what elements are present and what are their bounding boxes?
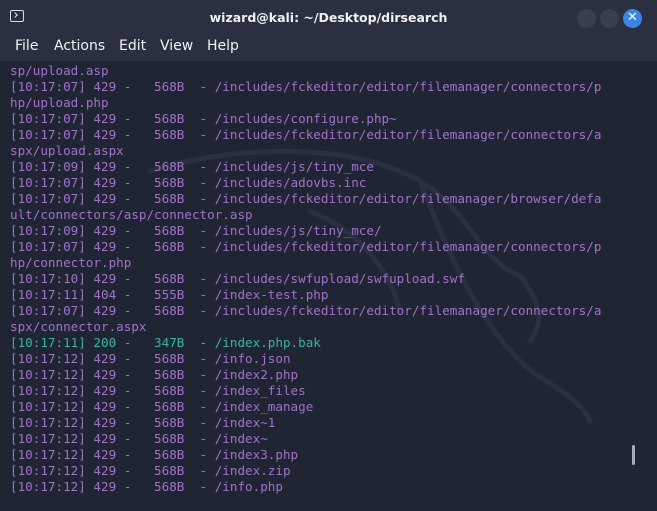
scrollbar-thumb[interactable]: [632, 445, 635, 465]
terminal-line: [10:17:09] 429 - 568B - /includes/js/tin…: [10, 223, 382, 238]
title-bar[interactable]: wizard@kali: ~/Desktop/dirsearch ✕: [0, 0, 657, 36]
minimize-icon[interactable]: [577, 9, 596, 28]
menu-bar: File Actions Edit View Help: [0, 36, 657, 61]
menu-view[interactable]: View: [160, 36, 193, 61]
terminal-line: [10:17:07] 429 - 568B - /includes/fckedi…: [10, 79, 602, 94]
terminal-line: [10:17:12] 429 - 568B - /index3.php: [10, 447, 299, 462]
menu-file[interactable]: File: [15, 36, 38, 61]
menu-edit[interactable]: Edit: [119, 36, 146, 61]
terminal-line: hp/upload.php: [10, 95, 109, 110]
terminal-line: [10:17:12] 429 - 568B - /index_files: [10, 383, 306, 398]
close-icon[interactable]: ✕: [623, 9, 642, 28]
maximize-icon[interactable]: [600, 9, 619, 28]
terminal-line: [10:17:07] 429 - 568B - /includes/fckedi…: [10, 303, 602, 318]
terminal-line: hp/connector.php: [10, 255, 132, 270]
terminal-line: spx/upload.aspx: [10, 143, 124, 158]
terminal-line: [10:17:12] 429 - 568B - /index~1: [10, 415, 276, 430]
terminal-line: sp/upload.asp: [10, 63, 109, 78]
terminal-line: [10:17:07] 429 - 568B - /includes/adovbs…: [10, 175, 367, 190]
terminal-line: [10:17:11] 404 - 555B - /index-test.php: [10, 287, 329, 302]
terminal-line: [10:17:10] 429 - 568B - /includes/swfupl…: [10, 271, 465, 286]
terminal-line: [10:17:09] 429 - 568B - /includes/js/tin…: [10, 159, 374, 174]
terminal-line: [10:17:12] 429 - 568B - /index_manage: [10, 399, 314, 414]
terminal-line: ult/connectors/asp/connector.asp: [10, 207, 253, 222]
menu-help[interactable]: Help: [207, 36, 239, 61]
terminal-window: wizard@kali: ~/Desktop/dirsearch ✕ File …: [0, 0, 657, 511]
window-title: wizard@kali: ~/Desktop/dirsearch: [209, 10, 448, 25]
terminal-line: [10:17:07] 429 - 568B - /includes/fckedi…: [10, 127, 602, 142]
terminal-line: [10:17:12] 429 - 568B - /index2.php: [10, 367, 299, 382]
terminal-output: sp/upload.asp [10:17:07] 429 - 568B - /in…: [10, 63, 628, 495]
terminal-line: [10:17:12] 429 - 568B - /info.php: [10, 479, 283, 494]
terminal-line: [10:17:07] 429 - 568B - /includes/fckedi…: [10, 239, 602, 254]
terminal-line: [10:17:12] 429 - 568B - /info.json: [10, 351, 291, 366]
terminal-line: [10:17:11] 200 - 347B - /index.php.bak: [10, 335, 321, 350]
terminal-line: spx/connector.aspx: [10, 319, 147, 334]
terminal-line: [10:17:12] 429 - 568B - /index.zip: [10, 463, 291, 478]
terminal-line: [10:17:07] 429 - 568B - /includes/fckedi…: [10, 191, 602, 206]
terminal-line: [10:17:07] 429 - 568B - /includes/config…: [10, 111, 397, 126]
menu-actions[interactable]: Actions: [54, 36, 105, 61]
terminal-output-area[interactable]: sp/upload.asp [10:17:07] 429 - 568B - /in…: [0, 61, 657, 511]
terminal-line: [10:17:12] 429 - 568B - /index~: [10, 431, 268, 446]
